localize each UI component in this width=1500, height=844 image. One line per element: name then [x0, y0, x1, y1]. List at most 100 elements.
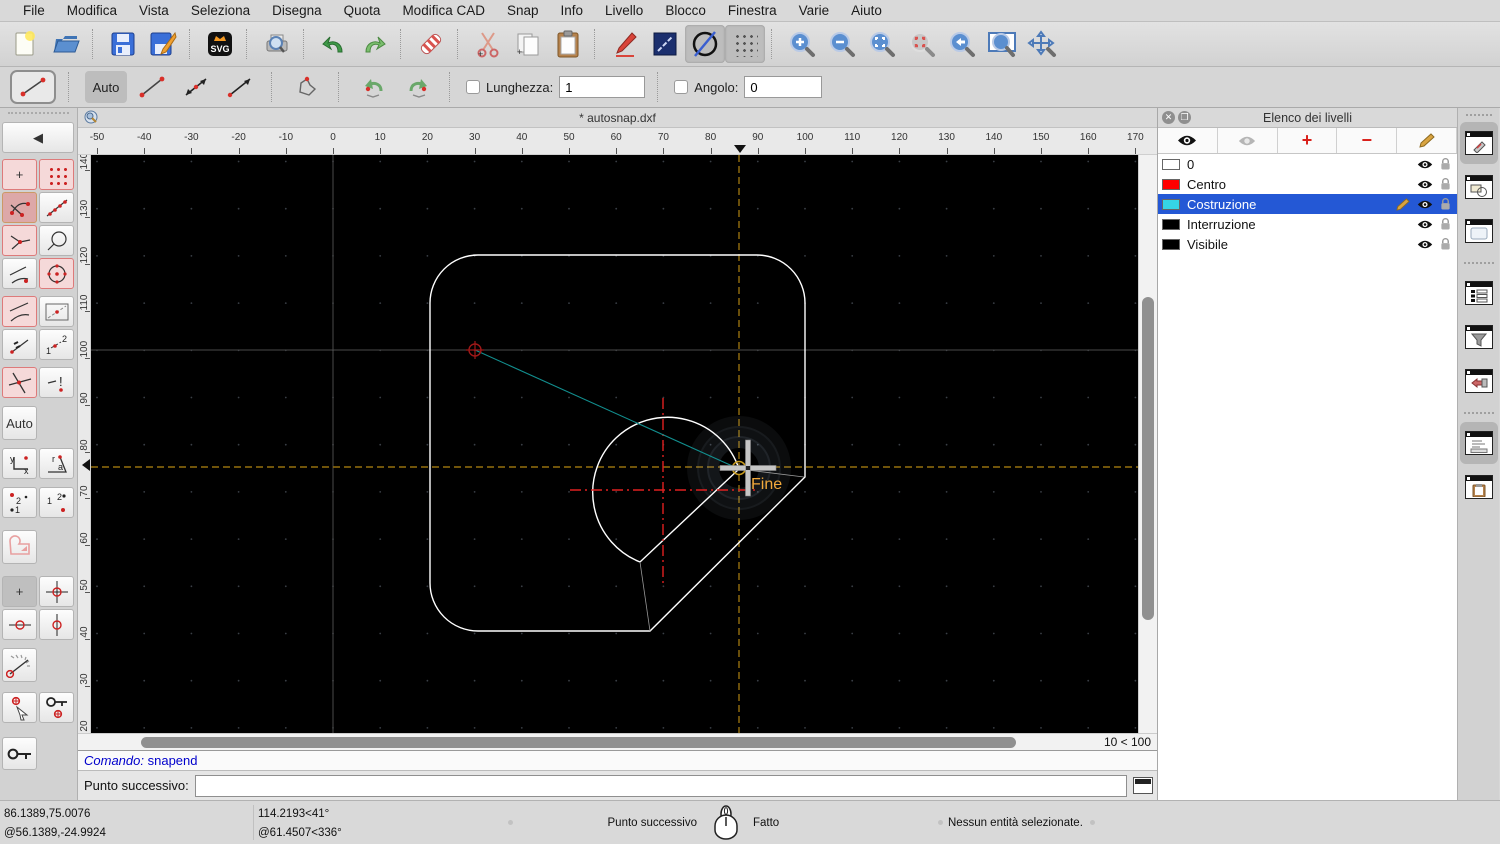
snap-auto-toggle[interactable]: Auto [85, 71, 127, 103]
snap-on-circle-button[interactable] [39, 225, 74, 256]
add-layer-button[interactable]: + [1278, 128, 1338, 153]
relative-point-button-2[interactable]: 12 [39, 487, 74, 518]
line-both-directions-button[interactable] [177, 71, 215, 103]
menu-item-livello[interactable]: Livello [594, 0, 654, 22]
close-panel-icon[interactable]: ✕ [1162, 111, 1175, 124]
ellipse-tool-button[interactable] [685, 25, 725, 63]
set-relative-zero-button[interactable] [2, 692, 37, 723]
vertical-scrollbar-thumb[interactable] [1142, 297, 1154, 620]
open-file-button[interactable] [46, 25, 86, 63]
export-svg-button[interactable]: SVG [200, 25, 240, 63]
zoom-auto-button[interactable] [862, 25, 902, 63]
menu-item-finestra[interactable]: Finestra [717, 0, 788, 22]
layer-row-visibile[interactable]: Visibile [1158, 234, 1457, 254]
snap-reference-button[interactable] [39, 296, 74, 327]
menu-item-blocco[interactable]: Blocco [654, 0, 717, 22]
hide-all-layers-button[interactable] [1218, 128, 1278, 153]
edit-layer-button[interactable] [1397, 128, 1457, 153]
remove-layer-button[interactable]: − [1337, 128, 1397, 153]
vertical-scrollbar[interactable] [1138, 155, 1157, 733]
menu-item-info[interactable]: Info [550, 0, 595, 22]
snap-free-button[interactable]: + [2, 159, 37, 190]
snap-center-button[interactable] [39, 258, 74, 289]
menu-item-seleziona[interactable]: Seleziona [180, 0, 261, 22]
menu-item-file[interactable]: File [12, 0, 56, 22]
menu-item-aiuto[interactable]: Aiuto [840, 0, 893, 22]
zoom-window-button[interactable] [982, 25, 1022, 63]
length-input[interactable] [559, 76, 645, 98]
zoom-selection-button[interactable] [902, 25, 942, 63]
line-two-points-button[interactable] [133, 71, 171, 103]
drawing-canvas[interactable]: Fine [91, 155, 1138, 733]
detach-panel-icon[interactable]: ❐ [1178, 111, 1191, 124]
clipboard-window-button[interactable] [1460, 466, 1498, 508]
undo-segment-button[interactable] [355, 71, 393, 103]
undo-button[interactable] [314, 25, 354, 63]
command-dock-toggle-icon[interactable] [1133, 777, 1153, 794]
layer-row-centro[interactable]: Centro [1158, 174, 1457, 194]
relative-point-button-1[interactable]: 21 [2, 487, 37, 518]
copy-button[interactable]: + [508, 25, 548, 63]
lock-button[interactable] [2, 737, 37, 770]
pen-edit-button[interactable] [605, 25, 645, 63]
horizontal-scrollbar-thumb[interactable] [141, 737, 1016, 748]
snap-endpoint-button[interactable] [2, 192, 37, 223]
layer-row-interruzione[interactable]: Interruzione [1158, 214, 1457, 234]
snap-tangent-button[interactable] [2, 296, 37, 327]
snap-on-entity-button[interactable] [39, 192, 74, 223]
restrict-vertical-button[interactable] [39, 609, 74, 640]
snap-distance-manual-button[interactable]: 12 [39, 329, 74, 360]
new-file-button[interactable] [6, 25, 46, 63]
show-all-layers-button[interactable] [1158, 128, 1218, 153]
pen-window-button[interactable] [1460, 122, 1498, 164]
snap-intersection-button[interactable] [2, 225, 37, 256]
menu-item-snap[interactable]: Snap [496, 0, 550, 22]
menu-item-modifica[interactable]: Modifica [56, 0, 128, 22]
menu-item-varie[interactable]: Varie [788, 0, 841, 22]
cut-button[interactable]: + [468, 25, 508, 63]
restrict-orthogonal-button[interactable] [39, 576, 74, 607]
menu-item-modifica-cad[interactable]: Modifica CAD [391, 0, 496, 22]
collapse-toolbar-button[interactable]: ◀ [2, 122, 74, 153]
print-preview-button[interactable] [257, 25, 297, 63]
horizontal-scrollbar[interactable]: 10 < 100 [78, 733, 1157, 750]
menu-item-disegna[interactable]: Disegna [261, 0, 333, 22]
coordinate-polar-button[interactable]: ra [39, 448, 74, 479]
line-one-direction-button[interactable] [221, 71, 259, 103]
angle-checkbox[interactable] [674, 80, 688, 94]
lock-relative-zero-button[interactable] [39, 692, 74, 723]
layer-row-costruzione[interactable]: Costruzione [1158, 194, 1457, 214]
angle-input[interactable] [744, 76, 822, 98]
redo-button[interactable] [354, 25, 394, 63]
list-window-button[interactable] [1460, 272, 1498, 314]
snap-middle-button[interactable] [2, 258, 37, 289]
zoom-previous-button[interactable] [942, 25, 982, 63]
restrict-nothing-snap-button[interactable]: ! [39, 367, 74, 398]
polyline-button[interactable] [288, 71, 326, 103]
select-contour-button[interactable] [2, 530, 37, 564]
pan-button[interactable] [1022, 25, 1062, 63]
angle-gauge-button[interactable] [2, 648, 37, 682]
command-window-button[interactable] [1460, 422, 1498, 464]
zoom-out-button[interactable] [822, 25, 862, 63]
paste-button[interactable] [548, 25, 588, 63]
coordinate-cartesian-button[interactable]: yx [2, 448, 37, 479]
restrict-nothing-button[interactable]: + [2, 576, 37, 607]
restrict-horizontal-button[interactable] [2, 609, 37, 640]
snap-grid-button[interactable] [39, 159, 74, 190]
blank-window-button[interactable] [1460, 210, 1498, 252]
filter-window-button[interactable] [1460, 316, 1498, 358]
block-window-button[interactable] [1460, 360, 1498, 402]
grid-toggle-button[interactable] [725, 25, 765, 63]
snap-distance-button[interactable] [2, 329, 37, 360]
menu-item-quota[interactable]: Quota [333, 0, 392, 22]
snap-auto-button[interactable]: Auto [2, 406, 37, 440]
length-checkbox[interactable] [466, 80, 480, 94]
snap-intersection-manual-button[interactable] [2, 367, 37, 398]
redo-segment-button[interactable] [399, 71, 437, 103]
menu-item-vista[interactable]: Vista [128, 0, 180, 22]
shapes-window-button[interactable] [1460, 166, 1498, 208]
save-as-button[interactable] [143, 25, 183, 63]
save-button[interactable] [103, 25, 143, 63]
eraser-button[interactable] [411, 25, 451, 63]
